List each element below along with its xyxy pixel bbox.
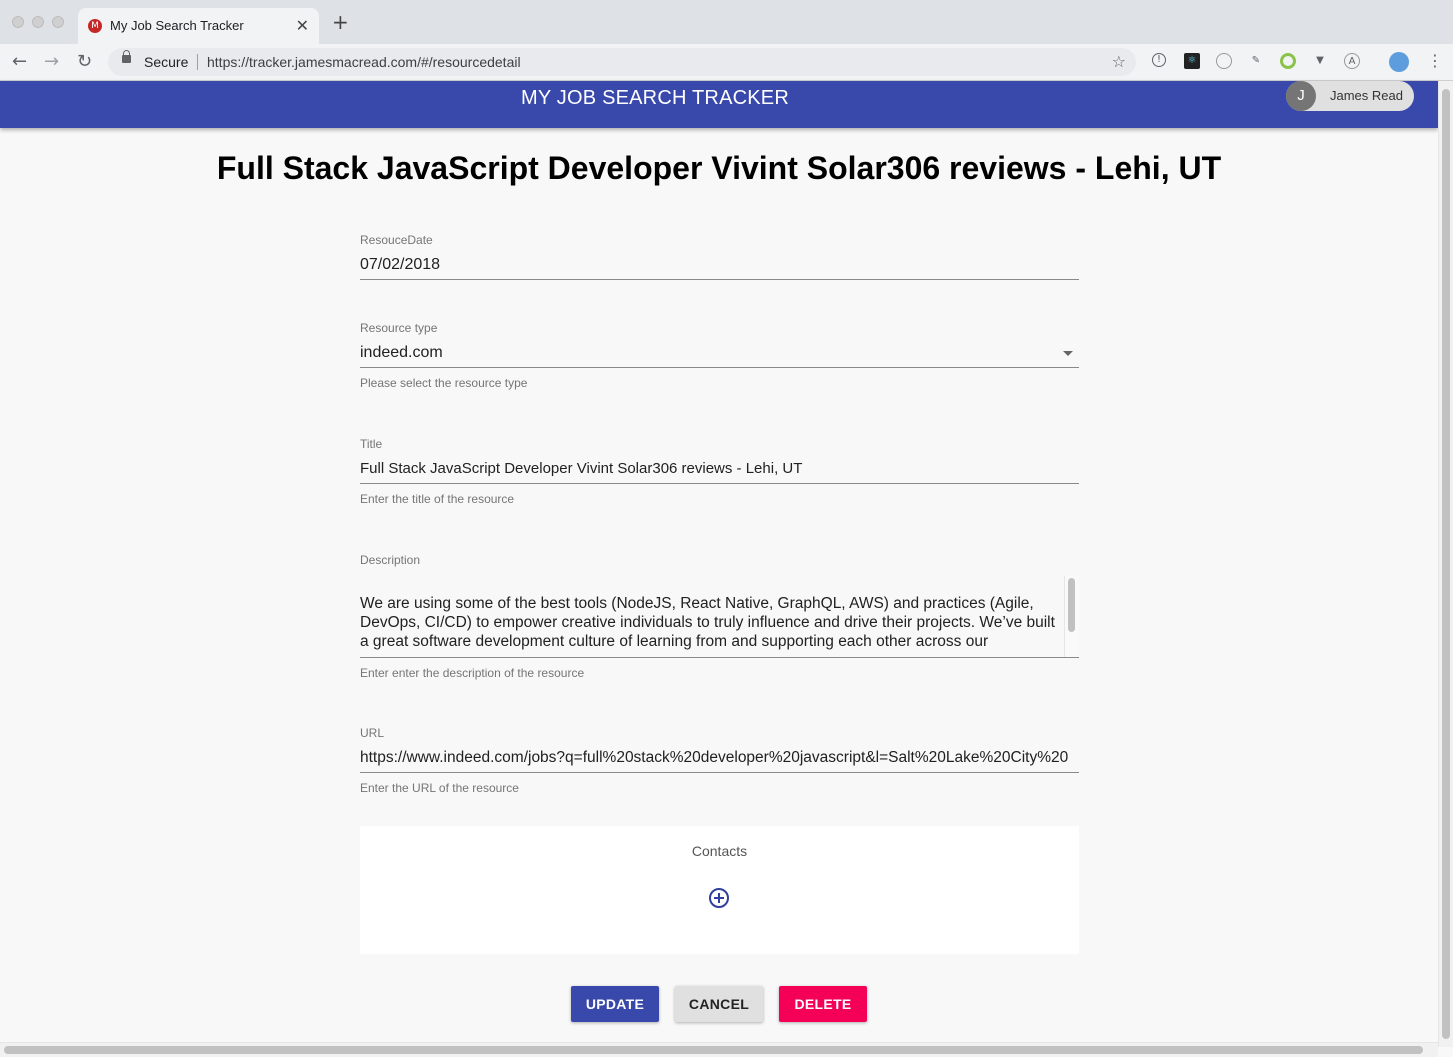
extension-info-icon[interactable]: ! (1152, 53, 1166, 67)
title-field[interactable]: Title Full Stack JavaScript Developer Vi… (360, 436, 1079, 508)
bookmark-star-icon[interactable]: ☆ (1112, 52, 1126, 71)
url-text[interactable]: https://tracker.jamesmacread.com/#/resou… (207, 54, 521, 70)
close-tab-icon[interactable]: ✕ (296, 16, 309, 35)
description-scrollbar[interactable] (1064, 576, 1079, 658)
app-header: MY JOB SEARCH TRACKER J James Read (0, 81, 1438, 128)
tab-title: My Job Search Tracker (110, 18, 244, 33)
browser-menu-icon[interactable]: ⋮ (1427, 51, 1443, 70)
vue-devtools-icon[interactable]: ▼ (1312, 53, 1328, 69)
resource-type-select[interactable]: indeed.com (360, 344, 1050, 362)
avatar: J (1286, 81, 1316, 111)
app-title: MY JOB SEARCH TRACKER (521, 87, 789, 109)
resource-type-label: Resource type (360, 321, 438, 335)
horizontal-scroll-thumb[interactable] (4, 1046, 1423, 1054)
title-helper: Enter the title of the resource (360, 492, 515, 506)
contacts-title: Contacts (691, 843, 748, 859)
profile-avatar-icon[interactable] (1389, 52, 1409, 72)
url-helper: Enter the URL of the resource (360, 781, 519, 795)
cancel-button[interactable]: CANCEL (675, 986, 763, 1022)
url-label: URL (360, 726, 385, 740)
address-bar[interactable]: Secure https://tracker.jamesmacread.com/… (108, 48, 1136, 76)
extension-circle-icon[interactable] (1216, 53, 1232, 69)
extension-a-icon[interactable]: A (1344, 53, 1360, 69)
description-label: Description (360, 553, 421, 567)
description-underline (360, 657, 1079, 658)
reload-icon[interactable]: ↻ (77, 52, 92, 72)
page-vertical-scrollbar[interactable] (1438, 81, 1453, 1047)
resource-date-input[interactable]: 07/02/2018 (360, 256, 1079, 274)
add-contact-icon[interactable] (709, 888, 729, 908)
window-minimize-dot[interactable] (32, 16, 44, 28)
eyedropper-icon[interactable]: ✎ (1248, 53, 1264, 69)
description-text: We are using some of the best tools (Nod… (360, 595, 1055, 650)
color-wheel-icon[interactable] (1280, 53, 1296, 69)
page-title: Full Stack JavaScript Developer Vivint S… (216, 150, 1222, 186)
browser-tab-bar: M My Job Search Tracker ✕ + (0, 0, 1453, 44)
page-horizontal-scrollbar[interactable] (0, 1042, 1438, 1057)
vertical-scroll-thumb[interactable] (1442, 89, 1450, 1039)
window-close-dot[interactable] (12, 16, 24, 28)
url-input[interactable]: https://www.indeed.com/jobs?q=full%20sta… (360, 749, 1079, 767)
delete-button[interactable]: DELETE (779, 986, 867, 1022)
title-label: Title (360, 437, 383, 451)
forward-icon[interactable]: → (44, 52, 59, 72)
description-helper: Enter enter the description of the resou… (360, 666, 585, 680)
update-button[interactable]: UPDATE (571, 986, 659, 1022)
react-devtools-icon[interactable]: ⚛ (1184, 53, 1200, 69)
resource-date-field[interactable]: ResouceDate 07/02/2018 (360, 232, 1079, 282)
url-field[interactable]: URL https://www.indeed.com/jobs?q=full%2… (360, 725, 1079, 797)
favicon-icon: M (88, 19, 102, 33)
user-name: James Read (1330, 88, 1403, 103)
resource-type-field[interactable]: Resource type indeed.com Please select t… (360, 320, 1079, 392)
description-scroll-thumb[interactable] (1068, 578, 1075, 632)
new-tab-icon[interactable]: + (332, 12, 349, 32)
back-icon[interactable]: ← (12, 52, 27, 72)
resource-type-helper: Please select the resource type (360, 376, 528, 390)
resource-type-underline (360, 367, 1079, 368)
address-separator (197, 54, 198, 70)
chevron-down-icon[interactable] (1063, 351, 1073, 356)
contacts-panel: Contacts (360, 826, 1079, 954)
title-input[interactable]: Full Stack JavaScript Developer Vivint S… (360, 460, 1079, 477)
resource-date-underline (360, 279, 1079, 280)
window-zoom-dot[interactable] (52, 16, 64, 28)
secure-label: Secure (144, 54, 189, 70)
title-underline (360, 483, 1079, 484)
browser-toolbar: ← → ↻ Secure https://tracker.jamesmacrea… (0, 44, 1453, 81)
resource-date-label: ResouceDate (360, 233, 433, 247)
url-underline (360, 772, 1079, 773)
description-field[interactable]: Description We are using some of the bes… (360, 552, 1079, 682)
lock-icon (122, 50, 131, 63)
description-textarea[interactable]: We are using some of the best tools (Nod… (360, 576, 1079, 658)
user-chip[interactable]: J James Read (1286, 81, 1414, 111)
browser-tab[interactable]: M My Job Search Tracker ✕ (78, 8, 319, 44)
